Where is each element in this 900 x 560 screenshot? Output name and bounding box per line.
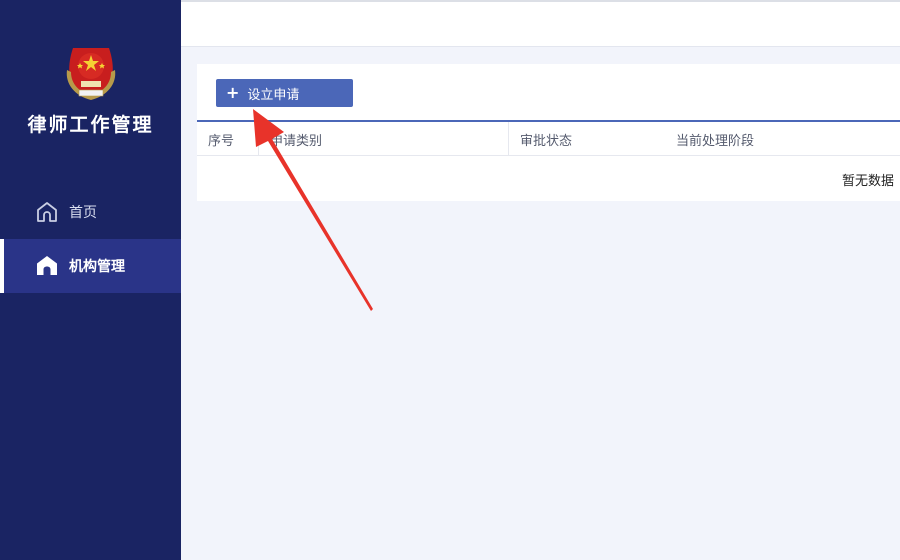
home-outline-icon <box>34 199 60 225</box>
app-title: 律师工作管理 <box>27 114 154 136</box>
column-header-stage[interactable]: 当前处理阶段 <box>665 122 900 156</box>
content-card: + 设立申请 序号 申请类别 审批状态 当前处理阶段 暂无数据 <box>197 64 900 201</box>
top-header-bar <box>181 2 900 47</box>
column-header-status[interactable]: 审批状态 <box>509 122 665 156</box>
column-header-type[interactable]: 申请类别 <box>259 122 509 156</box>
column-header-index[interactable]: 序号 <box>197 122 259 156</box>
table-header: 序号 申请类别 审批状态 当前处理阶段 <box>197 122 900 156</box>
create-application-button[interactable]: + 设立申请 <box>216 79 353 107</box>
home-filled-icon <box>34 253 60 279</box>
sidebar-item-home[interactable]: 首页 <box>0 185 181 239</box>
sidebar-item-label: 机构管理 <box>69 259 125 275</box>
sidebar: 律师工作管理 首页 机构管理 <box>0 0 181 560</box>
create-application-label: 设立申请 <box>247 87 300 103</box>
procuratorate-emblem-icon <box>66 48 115 100</box>
logo-area: 律师工作管理 <box>0 40 181 137</box>
plus-icon: + <box>226 83 240 102</box>
sidebar-item-label: 首页 <box>69 205 97 221</box>
empty-state-text: 暂无数据 <box>841 174 894 189</box>
sidebar-item-org-management[interactable]: 机构管理 <box>0 239 181 293</box>
